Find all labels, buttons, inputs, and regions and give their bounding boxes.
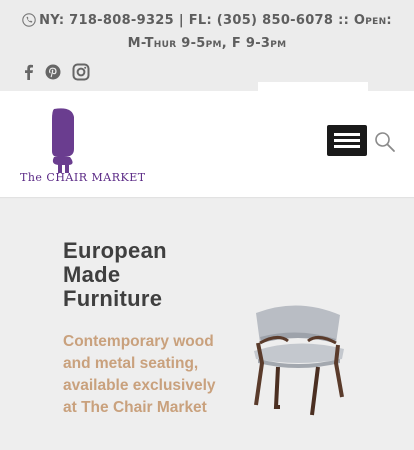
top-bar: NY: 718-808-9325 | FL: (305) 850-6078 ::…: [0, 0, 414, 94]
hamburger-icon-bar-middle: [334, 139, 360, 142]
site-header: The CHAIR MARKET: [0, 91, 414, 198]
pinterest-icon[interactable]: [44, 63, 62, 81]
phone-icon: [22, 13, 36, 34]
chair-image: [248, 303, 348, 421]
hero-title: European Made Furniture: [63, 238, 167, 311]
contact-line-1: NY: 718-808-9325 | FL: (305) 850-6078 ::…: [39, 13, 392, 28]
hero-description: Contemporary wood and metal seating, ava…: [63, 333, 216, 416]
contact-info: NY: 718-808-9325 | FL: (305) 850-6078 ::…: [20, 11, 394, 54]
contact-line-2: M-Thur 9-5pm, F 9-3pm: [127, 36, 287, 51]
logo-text: The CHAIR MARKET: [20, 171, 146, 184]
chair-market-logo[interactable]: The CHAIR MARKET: [18, 107, 145, 187]
search-icon[interactable]: [374, 131, 396, 153]
facebook-icon[interactable]: [20, 63, 38, 81]
instagram-icon[interactable]: [72, 63, 90, 81]
hamburger-icon-bar-bottom: [334, 145, 360, 148]
menu-button[interactable]: [327, 125, 367, 156]
hero-banner: European Made Furniture Contemporary woo…: [0, 199, 414, 450]
hamburger-icon-bar-top: [334, 133, 360, 136]
